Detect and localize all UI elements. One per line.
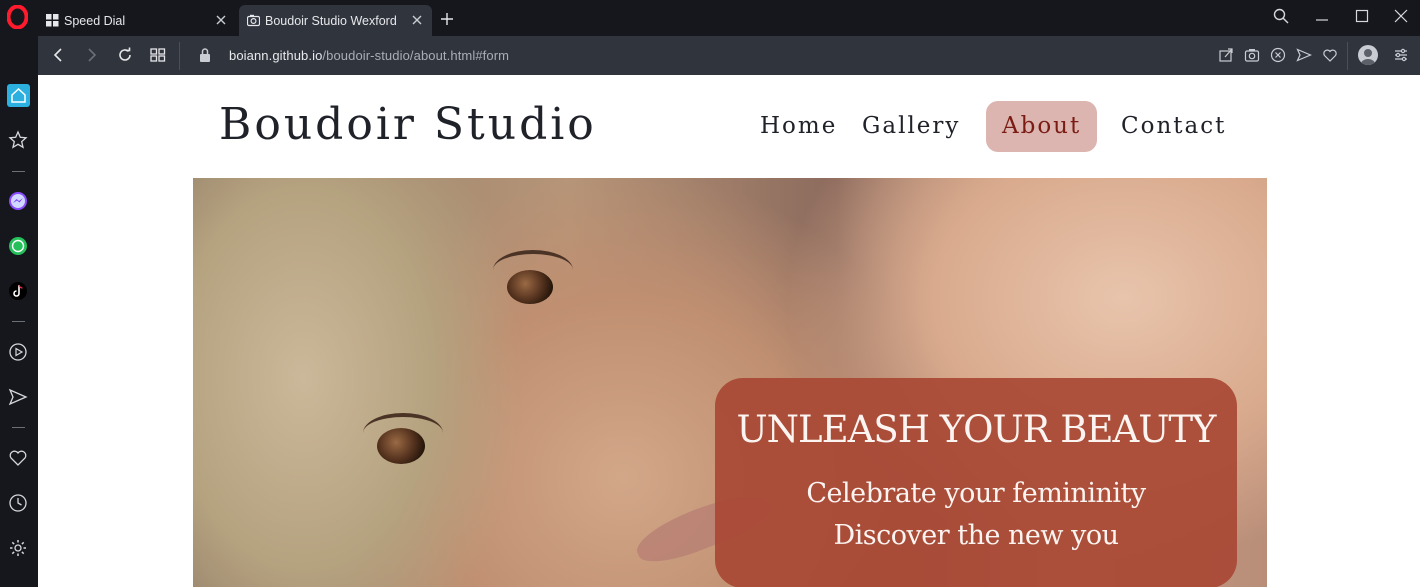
sidebar-divider: [12, 321, 25, 322]
back-icon[interactable]: [50, 46, 68, 64]
history-icon[interactable]: [8, 493, 28, 513]
share-icon[interactable]: [1218, 47, 1234, 63]
user-icon: [1361, 49, 1375, 65]
hero-image: UNLEASH YOUR BEAUTY Celebrate your femin…: [193, 178, 1267, 587]
tab-speed-dial[interactable]: Speed Dial: [38, 5, 236, 36]
sidebar-divider: [12, 427, 25, 428]
nav-about[interactable]: About: [986, 101, 1098, 152]
new-tab-icon[interactable]: [440, 12, 454, 26]
camera-favicon-icon: [247, 14, 260, 27]
eye: [377, 428, 425, 464]
whatsapp-icon[interactable]: [8, 236, 28, 256]
star-icon[interactable]: [8, 130, 28, 150]
heart-icon[interactable]: [1322, 47, 1338, 63]
easy-setup-icon[interactable]: [1393, 47, 1409, 63]
nav-gallery[interactable]: Gallery: [862, 101, 960, 152]
sidebar-divider: [12, 171, 25, 172]
hero-title: UNLEASH YOUR BEAUTY: [736, 408, 1216, 451]
opera-logo-icon[interactable]: [7, 5, 28, 29]
send-icon[interactable]: [8, 387, 28, 407]
maximize-icon[interactable]: [1354, 8, 1370, 24]
close-tab-icon[interactable]: [214, 13, 228, 27]
close-tab-icon[interactable]: [410, 13, 424, 27]
hero-line-1: Celebrate your femininity: [806, 478, 1146, 509]
messenger-icon[interactable]: [8, 191, 28, 211]
site-brand[interactable]: Boudoir Studio: [219, 99, 597, 150]
hero-banner: UNLEASH YOUR BEAUTY Celebrate your femin…: [715, 378, 1237, 587]
reload-icon[interactable]: [116, 46, 134, 64]
heart-icon[interactable]: [8, 448, 28, 468]
camera-icon[interactable]: [1244, 47, 1260, 63]
web-page: Boudoir Studio Home Gallery About Contac…: [38, 75, 1420, 587]
lock-icon[interactable]: [198, 47, 212, 63]
search-tabs-icon[interactable]: [1273, 8, 1289, 24]
tab-boudoir-studio[interactable]: Boudoir Studio Wexford: [239, 5, 432, 36]
eye: [507, 270, 553, 304]
speed-dial-icon: [46, 14, 59, 27]
adblock-icon[interactable]: [1270, 47, 1286, 63]
sidebar: [0, 36, 38, 587]
toolbar-divider: [179, 42, 180, 70]
close-window-icon[interactable]: [1393, 8, 1409, 24]
url-path: /boudoir-studio/about.html#form: [322, 48, 510, 63]
toolbar-divider: [1347, 42, 1348, 70]
tab-title: Boudoir Studio Wexford: [265, 13, 397, 28]
player-icon[interactable]: [8, 342, 28, 362]
tiktok-icon[interactable]: [8, 281, 28, 301]
hero-line-2: Discover the new you: [833, 520, 1120, 551]
settings-icon[interactable]: [8, 538, 28, 558]
url-field[interactable]: boiann.github.io/boudoir-studio/about.ht…: [229, 48, 509, 63]
address-bar: boiann.github.io/boudoir-studio/about.ht…: [38, 36, 1420, 75]
url-host: boiann.github.io: [229, 48, 323, 63]
minimize-icon[interactable]: [1314, 8, 1330, 24]
forward-icon[interactable]: [82, 46, 100, 64]
profile-avatar[interactable]: [1358, 45, 1378, 65]
tab-snapshot-icon[interactable]: [149, 46, 167, 64]
nav-contact[interactable]: Contact: [1121, 101, 1226, 152]
nav-home[interactable]: Home: [760, 101, 837, 152]
home-icon[interactable]: [7, 84, 30, 107]
tab-strip: Speed Dial Boudoir Studio Wexford: [0, 0, 1420, 36]
send-icon[interactable]: [1296, 47, 1312, 63]
tab-title: Speed Dial: [64, 13, 126, 28]
